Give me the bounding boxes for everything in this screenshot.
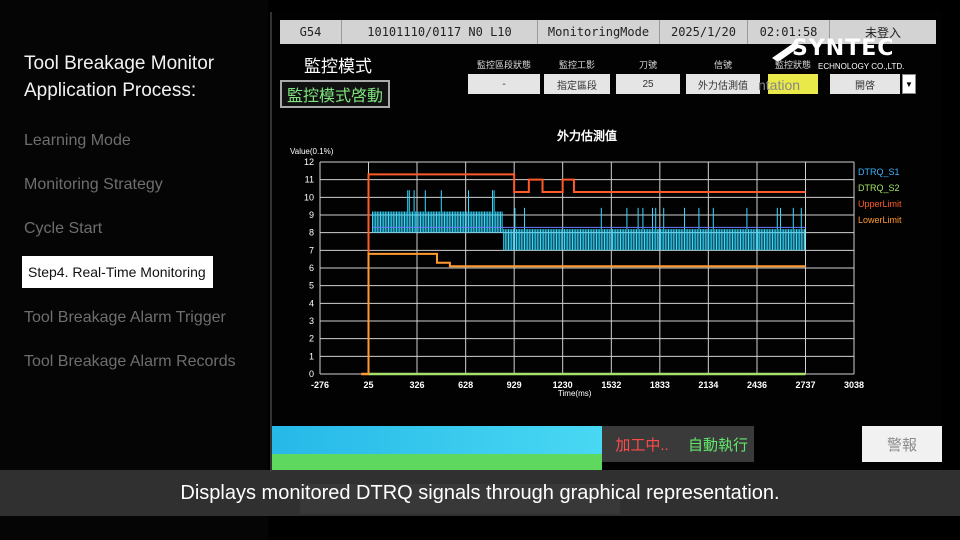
date-status: 2025/1/20 — [660, 20, 748, 44]
alarm-button[interactable]: 警報 — [862, 426, 942, 462]
field-header-segment-state: 監控區段狀態 — [476, 60, 531, 70]
x-tick-label: 25 — [363, 380, 373, 390]
legend-entry: UpperLimit — [858, 199, 902, 209]
mode-status: MonitoringMode — [538, 20, 660, 44]
y-tick-label: 9 — [309, 210, 314, 220]
process-title: Tool Breakage Monitor Application Proces… — [24, 53, 215, 101]
step-alarm-records[interactable]: Tool Breakage Alarm Records — [24, 353, 236, 371]
tool-number-field[interactable]: 25 — [616, 74, 680, 94]
chart-legend: DTRQ_S1 DTRQ_S2 UpperLimit LowerLimit — [858, 164, 902, 228]
process-field[interactable]: 指定區段 — [544, 74, 610, 94]
y-tick-label: 3 — [309, 316, 314, 326]
x-tick-label: 326 — [409, 380, 424, 390]
legend-entry: DTRQ_S2 — [858, 183, 900, 193]
step-real-time-monitoring[interactable]: Step4. Real-Time Monitoring — [22, 256, 213, 288]
field-header-process: 監控工影 — [558, 60, 595, 70]
x-tick-label: 3038 — [844, 380, 864, 390]
x-tick-label: -276 — [311, 380, 329, 390]
x-tick-label: 1532 — [601, 380, 621, 390]
y-tick-label: 6 — [309, 263, 314, 273]
step-cycle-start[interactable]: Cycle Start — [24, 220, 102, 238]
series-dtrq-s1-signal — [372, 190, 805, 251]
monitor-screen: G54 10101110/0117 N0 L10 MonitoringMode … — [270, 12, 942, 472]
x-tick-label: 2737 — [795, 380, 815, 390]
progress-bar-bottom — [272, 454, 602, 470]
field-header-signal: 信號 — [713, 60, 732, 70]
legend-entry: DTRQ_S1 — [858, 167, 900, 177]
program-status: 10101110/0117 N0 L10 — [342, 20, 538, 44]
caption-band: Displays monitored DTRQ signals through … — [0, 470, 960, 516]
y-tick-label: 12 — [304, 157, 314, 167]
signal-chart: 外力估測值 0 1 2 3 4 5 6 7 8 9 10 11 12 -276 25 326 628 929 1230… — [272, 122, 872, 422]
y-tick-label: 4 — [309, 298, 314, 308]
gcode-status: G54 — [280, 20, 342, 44]
step-learning-mode[interactable]: Learning Mode — [24, 132, 131, 150]
x-tick-label: 2134 — [698, 380, 718, 390]
x-tick-label: 929 — [507, 380, 522, 390]
y-tick-label: 8 — [309, 228, 314, 238]
y-tick-label: 10 — [304, 192, 314, 202]
processing-status: 加工中.. — [602, 426, 682, 462]
mode-start-button[interactable]: 監控模式啓動 — [280, 80, 390, 108]
step-alarm-trigger[interactable]: Tool Breakage Alarm Trigger — [24, 309, 226, 327]
chart-title: 外力估測值 — [557, 128, 617, 143]
step-monitoring-strategy[interactable]: Monitoring Strategy — [24, 176, 163, 194]
caption-text: Displays monitored DTRQ signals through … — [180, 481, 780, 504]
segment-state-field: - — [468, 74, 540, 94]
y-tick-label: 0 — [309, 369, 314, 379]
logo-subtitle: ECHNOLOGY CO.,LTD. — [818, 62, 905, 71]
y-tick-label: 1 — [309, 351, 314, 361]
y-tick-label: 11 — [305, 175, 314, 185]
bottom-status-bar: 加工中.. 自動執行 警報 — [272, 426, 944, 474]
auto-run-status: 自動執行 — [682, 426, 754, 462]
series-upper-limit-line — [367, 173, 806, 374]
y-tick-label: 2 — [309, 334, 314, 344]
overlay-bleed-text: ntation — [758, 77, 801, 93]
y-tick-label: 7 — [309, 245, 314, 255]
process-sidebar: Tool Breakage Monitor Application Proces… — [0, 0, 268, 540]
x-axis-label: Time(ms) — [558, 389, 592, 398]
x-tick-label: 628 — [458, 380, 473, 390]
enable-select[interactable]: 開啓 — [830, 74, 900, 94]
x-tick-label: 2436 — [747, 380, 767, 390]
y-axis-label: Value(0.1%) — [290, 147, 334, 156]
x-tick-label: 1833 — [650, 380, 670, 390]
field-header-monitor-state: 監控狀態 — [774, 60, 811, 70]
signal-field[interactable]: 外力估測值 — [686, 74, 760, 94]
chart-svg: 外力估測值0123456789101112-276 25 326 628 929 1230… — [290, 128, 864, 398]
progress-bar-top — [272, 426, 602, 454]
chevron-down-icon[interactable]: ▼ — [902, 74, 916, 94]
y-tick-label: 5 — [309, 281, 314, 291]
field-header-tool: 刀號 — [638, 60, 657, 70]
mode-title: 監控模式 — [304, 57, 372, 76]
legend-entry: LowerLimit — [858, 215, 902, 225]
